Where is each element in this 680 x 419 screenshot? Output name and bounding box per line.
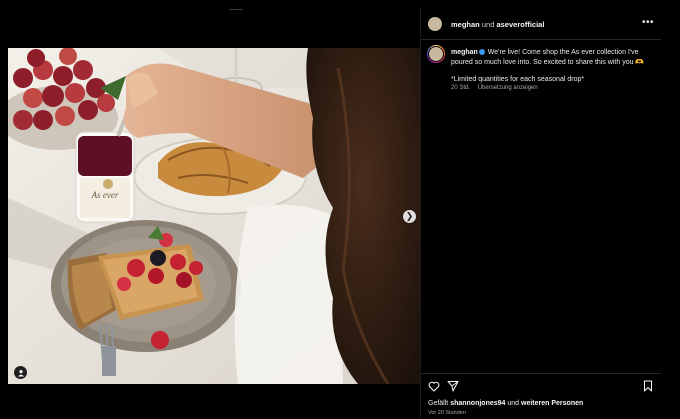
post-image[interactable]: As ever — [8, 48, 420, 384]
heart-outline-icon — [428, 381, 440, 392]
likes-prefix: Gefällt — [428, 400, 449, 407]
like-button[interactable] — [427, 379, 441, 393]
carousel-next-button[interactable]: ❯ — [403, 210, 416, 223]
collaborator-username[interactable]: aseverofficial — [496, 20, 544, 29]
likes-others[interactable]: weiteren Personen — [521, 400, 583, 407]
share-button[interactable] — [446, 379, 460, 393]
post-caption: meghan We're live! Come shop the As ever… — [451, 48, 651, 85]
save-button[interactable] — [641, 379, 655, 393]
paper-plane-icon — [447, 381, 459, 392]
breakfast-photo: As ever — [8, 48, 420, 384]
more-icon: ••• — [642, 17, 655, 28]
caption-avatar[interactable] — [427, 45, 445, 63]
author-username[interactable]: meghan — [451, 20, 480, 29]
chevron-right-icon: ❯ — [405, 211, 414, 221]
post-side-panel: meghan und aseverofficial ••• meghan We'… — [421, 8, 661, 418]
likes-summary: Gefällt shannonjones94 und weiteren Pers… — [428, 400, 583, 407]
jar-label: As ever — [91, 190, 119, 200]
user-tag-button[interactable] — [14, 366, 27, 379]
caption-username[interactable]: meghan — [451, 49, 478, 56]
likes-user[interactable]: shannonjones94 — [450, 400, 505, 407]
header-connector: und — [481, 20, 495, 29]
verified-badge-icon — [478, 49, 485, 55]
bookmark-outline-icon — [643, 380, 653, 392]
caption-note: *Limited quantities for each seasonal dr… — [451, 76, 585, 83]
top-divider — [229, 9, 243, 10]
translate-link[interactable]: Übersetzung anzeigen — [478, 85, 538, 91]
post-timestamp: Vor 20 Stunden — [428, 410, 466, 416]
post-header: meghan und aseverofficial ••• — [421, 8, 661, 40]
user-tag-icon — [17, 369, 24, 376]
caption-meta: 20 Std. Übersetzung anzeigen — [451, 85, 538, 91]
post-header-title: meghan und aseverofficial — [451, 20, 544, 29]
likes-middle: und — [507, 400, 520, 407]
caption-age: 20 Std. — [451, 85, 471, 91]
author-avatar[interactable] — [428, 17, 442, 31]
more-options-button[interactable]: ••• — [642, 17, 654, 28]
